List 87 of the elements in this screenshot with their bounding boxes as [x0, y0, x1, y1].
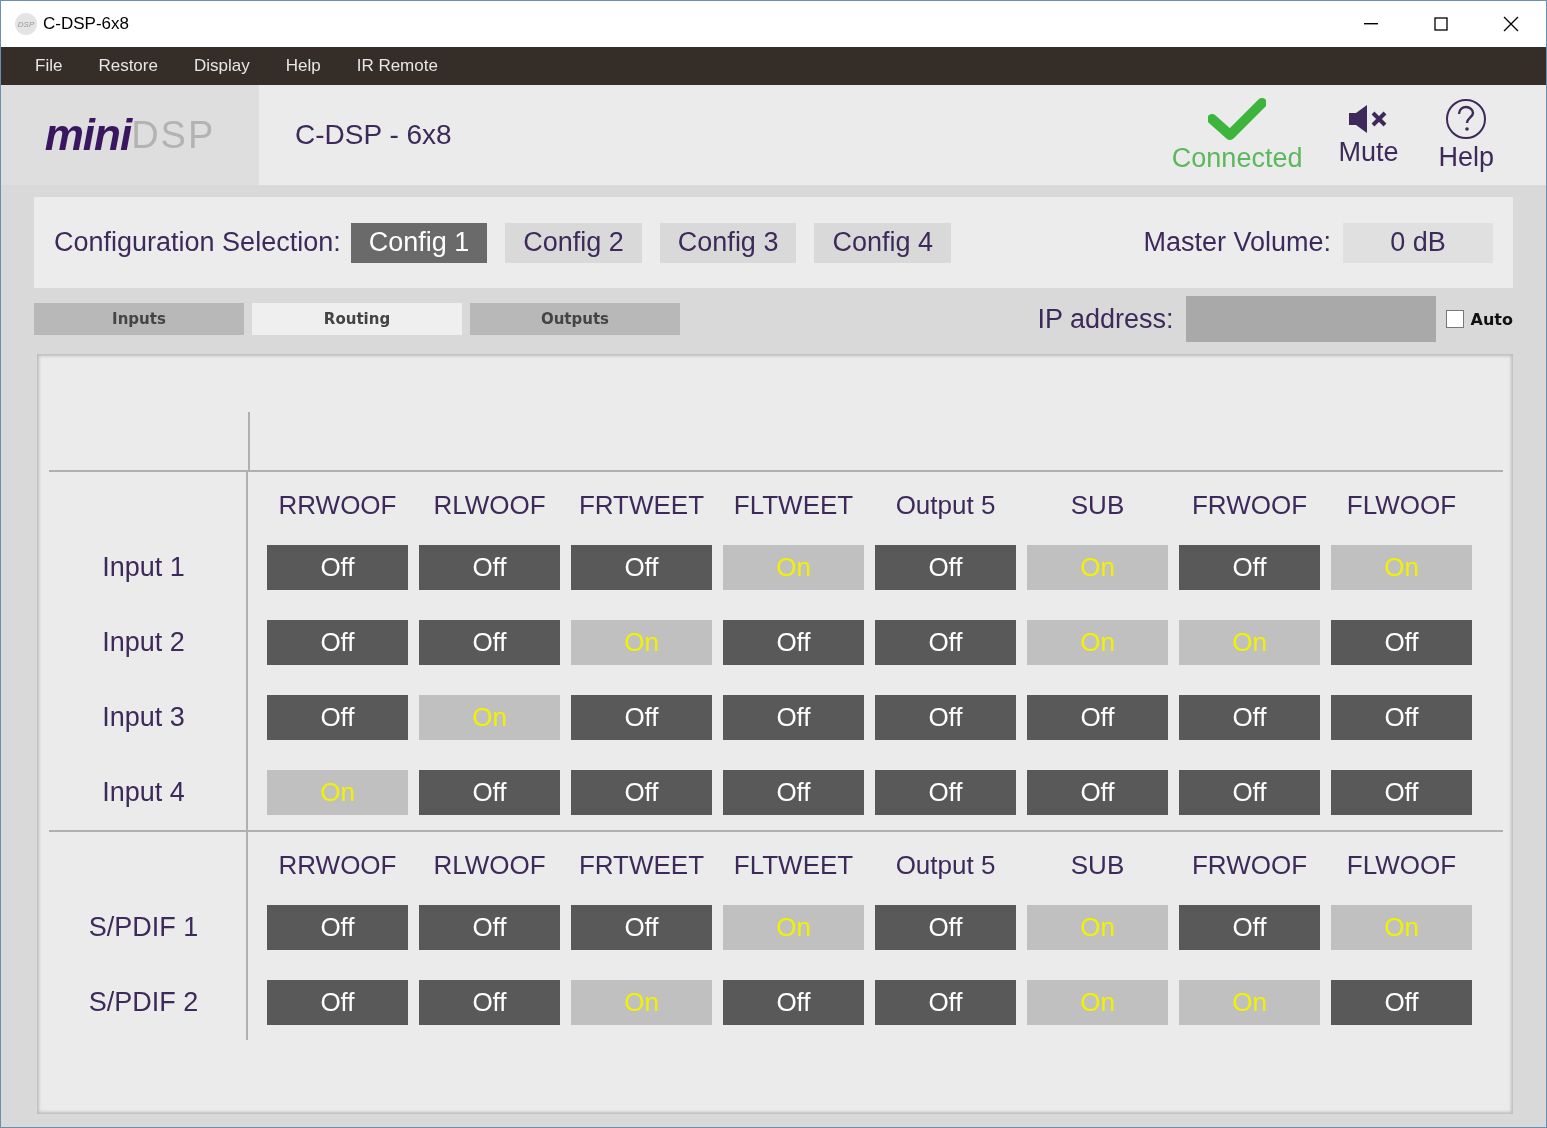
routing-toggle[interactable]: Off: [1179, 695, 1320, 740]
tab[interactable]: Routing: [252, 303, 462, 335]
routing-toggle[interactable]: Off: [419, 980, 560, 1025]
column-header: RLWOOF: [432, 850, 547, 882]
routing-toggle[interactable]: Off: [1179, 545, 1320, 590]
minimize-icon: [1364, 23, 1378, 25]
column-header: RLWOOF: [432, 490, 547, 522]
routing-toggle[interactable]: Off: [723, 980, 864, 1025]
row-label: Input 4: [101, 776, 186, 809]
checkmark-icon: [1208, 96, 1267, 141]
row-label: S/PDIF 2: [87, 986, 200, 1019]
routing-toggle[interactable]: Off: [571, 545, 712, 590]
config-button[interactable]: Config 1: [350, 222, 488, 263]
routing-toggle[interactable]: Off: [267, 695, 408, 740]
routing-toggle[interactable]: Off: [419, 905, 560, 950]
column-header: FRTWEET: [577, 850, 706, 882]
column-header: FRWOOF: [1190, 490, 1309, 522]
routing-toggle[interactable]: Off: [1331, 770, 1472, 815]
routing-toggle[interactable]: Off: [1331, 695, 1472, 740]
volume-field[interactable]: 0 dB: [1343, 222, 1493, 263]
routing-toggle[interactable]: Off: [267, 980, 408, 1025]
routing-toggle[interactable]: Off: [723, 695, 864, 740]
menu-item[interactable]: File: [17, 56, 81, 76]
auto-checkbox[interactable]: [1445, 310, 1464, 328]
routing-toggle[interactable]: Off: [1027, 695, 1168, 740]
config-button[interactable]: Config 3: [659, 222, 797, 263]
menu-item[interactable]: Display: [175, 56, 268, 76]
routing-toggle[interactable]: Off: [875, 905, 1016, 950]
column-header: FLWOOF: [1345, 490, 1458, 522]
column-header: FLWOOF: [1345, 850, 1458, 882]
device-name: C-DSP - 6x8: [295, 119, 453, 151]
ip-label: IP address:: [1037, 303, 1174, 335]
column-header: Output 5: [894, 850, 997, 882]
column-header: FRWOOF: [1190, 850, 1309, 882]
row-label: Input 1: [101, 551, 186, 584]
column-header: SUB: [1069, 490, 1126, 522]
routing-toggle[interactable]: Off: [875, 980, 1016, 1025]
routing-toggle[interactable]: Off: [571, 695, 712, 740]
column-header: FRTWEET: [577, 490, 706, 522]
routing-toggle[interactable]: Off: [1179, 905, 1320, 950]
logo-text: mini: [44, 110, 132, 160]
routing-toggle[interactable]: Off: [1027, 770, 1168, 815]
tab[interactable]: Inputs: [34, 303, 244, 335]
routing-toggle[interactable]: Off: [875, 695, 1016, 740]
routing-toggle[interactable]: Off: [1331, 980, 1472, 1025]
column-header: RRWOOF: [277, 490, 398, 522]
row-label: Input 3: [101, 701, 186, 734]
menu-item[interactable]: Restore: [80, 56, 176, 76]
row-label: Input 2: [101, 626, 186, 659]
close-icon: [1502, 15, 1520, 33]
config-button[interactable]: Config 2: [505, 222, 642, 263]
menu-item[interactable]: Help: [267, 56, 339, 76]
routing-toggle[interactable]: Off: [419, 545, 560, 590]
tab[interactable]: Outputs: [470, 303, 680, 335]
routing-toggle[interactable]: Off: [571, 770, 712, 815]
routing-toggle[interactable]: Off: [267, 620, 408, 665]
auto-label: Auto: [1470, 309, 1513, 329]
routing-toggle[interactable]: Off: [875, 770, 1016, 815]
row-label: S/PDIF 1: [87, 911, 200, 944]
routing-toggle[interactable]: Off: [875, 545, 1016, 590]
ip-field[interactable]: [1185, 296, 1436, 342]
connection-status: Connected: [1171, 142, 1303, 174]
column-header: SUB: [1069, 850, 1126, 882]
routing-toggle[interactable]: Off: [1331, 620, 1472, 665]
column-header: FLTWEET: [732, 490, 855, 522]
column-header: FLTWEET: [732, 850, 855, 882]
routing-toggle[interactable]: Off: [419, 620, 560, 665]
volume-label: Master Volume:: [1143, 227, 1331, 258]
help-icon: [1445, 97, 1488, 140]
column-header: RRWOOF: [277, 850, 398, 882]
config-label: Configuration Selection:: [54, 227, 341, 258]
routing-toggle[interactable]: Off: [267, 905, 408, 950]
routing-toggle[interactable]: Off: [723, 770, 864, 815]
config-button[interactable]: Config 4: [814, 222, 951, 263]
help-button[interactable]: Help: [1438, 97, 1494, 173]
routing-toggle[interactable]: Off: [723, 620, 864, 665]
menu-item[interactable]: IR Remote: [338, 56, 456, 76]
window-title: C-DSP-6x8: [43, 14, 130, 34]
routing-toggle[interactable]: Off: [267, 545, 408, 590]
routing-toggle[interactable]: Off: [419, 770, 560, 815]
mute-button[interactable]: Mute: [1338, 102, 1399, 168]
app-icon: DSP: [15, 13, 37, 35]
column-header: Output 5: [894, 490, 997, 522]
routing-toggle[interactable]: Off: [875, 620, 1016, 665]
routing-toggle[interactable]: Off: [571, 905, 712, 950]
routing-toggle[interactable]: Off: [1179, 770, 1320, 815]
maximize-icon: [1433, 16, 1449, 32]
